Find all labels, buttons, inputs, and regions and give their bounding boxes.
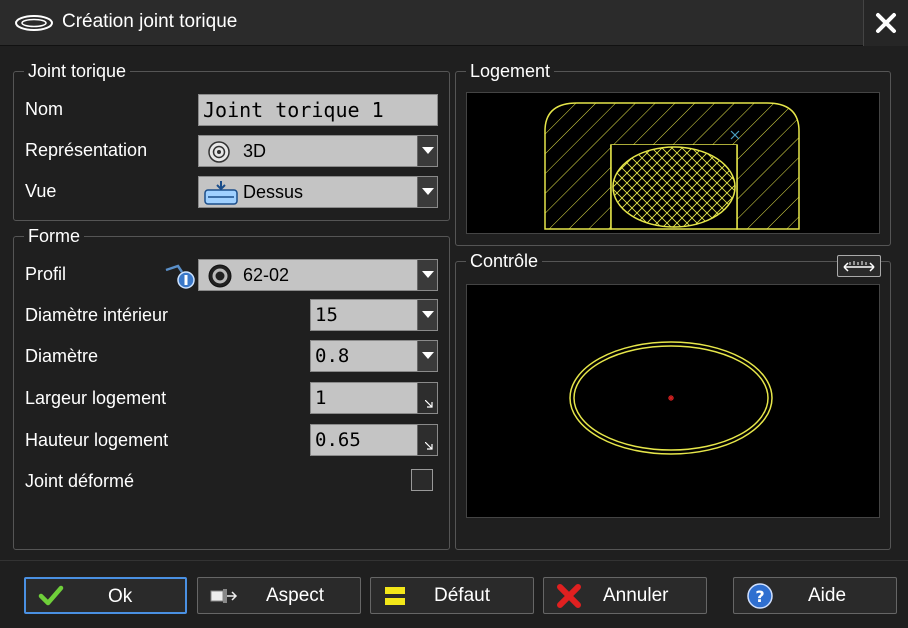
controle-preview [466,284,880,518]
nom-input[interactable] [199,95,437,125]
nom-field[interactable] [198,94,438,126]
largeur-logement-label: Largeur logement [25,388,167,408]
aspect-button[interactable]: Aspect [197,577,361,614]
button-bar: Ok Aspect Défaut Annuler ? Aide [0,560,908,628]
window-title: Création joint torique [62,11,238,32]
forme-group-title: Forme [24,225,85,247]
o-ring-profile-icon [207,263,233,294]
aspect-icon [210,586,238,612]
chevron-down-icon[interactable] [417,136,437,166]
hauteur-logement-value: 0.65 [315,429,361,451]
diametre-select[interactable]: 0.8 [310,340,438,372]
diametre-interieur-value: 15 [315,304,338,326]
aide-button-label: Aide [808,585,847,606]
svg-text:?: ? [755,587,764,606]
help-icon: ? [746,582,774,616]
title-bar: Création joint torique [0,0,908,46]
target-3d-icon [207,140,231,169]
groove-drawing [544,102,800,230]
vue-value: Dessus [243,182,304,202]
logement-group-title: Logement [466,60,555,82]
o-ring-icon [14,14,54,37]
ruler-icon[interactable] [837,255,881,277]
annuler-button[interactable]: Annuler [543,577,707,614]
chevron-down-icon[interactable] [417,177,437,207]
expand-corner-icon[interactable] [417,425,437,455]
controle-group-title: Contrôle [466,250,543,272]
ok-button[interactable]: Ok [24,577,187,614]
expand-corner-icon[interactable] [417,383,437,413]
representation-label: Représentation [25,140,148,160]
joint-deforme-checkbox[interactable] [411,469,433,491]
diametre-interieur-select[interactable]: 15 [310,299,438,331]
o-ring-top-view-drawing [569,341,773,455]
diametre-value: 0.8 [315,345,350,367]
diametre-interieur-label: Diamètre intérieur [25,305,169,325]
largeur-logement-value: 1 [315,387,327,409]
profil-value: 62-02 [243,265,290,285]
vue-select[interactable]: Dessus [198,176,438,208]
close-icon [876,13,896,33]
chevron-down-icon[interactable] [417,341,437,371]
hauteur-logement-field[interactable]: 0.65 [310,424,438,456]
aide-button[interactable]: ? Aide [733,577,897,614]
representation-value: 3D [243,141,267,161]
default-icon [383,584,407,614]
defaut-button-label: Défaut [434,585,490,606]
chevron-down-icon[interactable] [417,260,437,290]
logement-preview [466,92,880,234]
diametre-label: Diamètre [25,346,99,366]
cancel-x-icon [556,583,582,615]
vue-label: Vue [25,181,57,201]
defaut-button[interactable]: Défaut [370,577,534,614]
profil-select[interactable]: 62-02 [198,259,438,291]
nom-label: Nom [25,99,64,119]
annuler-button-label: Annuler [603,585,669,606]
joint-torique-group-title: Joint torique [24,60,131,82]
largeur-logement-field[interactable]: 1 [310,382,438,414]
top-view-icon [203,180,239,211]
joint-deforme-label: Joint déformé [25,471,135,491]
aspect-button-label: Aspect [266,585,325,606]
checkmark-icon [38,584,64,614]
chevron-down-icon[interactable] [417,300,437,330]
center-mark [668,395,674,401]
representation-select[interactable]: 3D [198,135,438,167]
ok-button-label: Ok [108,586,133,607]
hauteur-logement-label: Hauteur logement [25,430,169,450]
close-button[interactable] [863,0,908,46]
profil-label: Profil [25,264,67,284]
measure-tool-icon[interactable] [164,262,198,295]
